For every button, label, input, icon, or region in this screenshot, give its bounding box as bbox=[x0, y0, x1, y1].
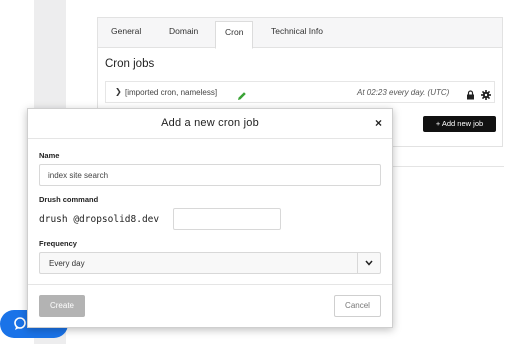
name-input[interactable]: index site search bbox=[39, 164, 381, 186]
panel-title: Cron jobs bbox=[105, 58, 155, 70]
modal-footer-divider bbox=[28, 284, 392, 285]
tab-technical-info[interactable]: Technical Info bbox=[271, 26, 323, 36]
tab-cron[interactable]: Cron bbox=[215, 21, 254, 49]
drush-command-label: Drush command bbox=[39, 195, 99, 204]
cron-job-name: [imported cron, nameless] bbox=[125, 88, 218, 97]
frequency-label: Frequency bbox=[39, 239, 77, 248]
gear-icon[interactable] bbox=[481, 87, 491, 105]
drush-command-prefix: drush @dropsolid8.dev bbox=[39, 214, 160, 225]
lock-icon[interactable] bbox=[466, 87, 475, 105]
cron-job-schedule: At 02:23 every day. (UTC) bbox=[357, 88, 450, 97]
chevron-right-icon[interactable]: ❯ bbox=[115, 87, 122, 96]
modal-header: Add a new cron job × bbox=[28, 109, 392, 139]
add-new-job-button[interactable]: + Add new job bbox=[423, 116, 496, 132]
name-label: Name bbox=[39, 151, 60, 160]
chevron-down-icon[interactable] bbox=[357, 253, 380, 273]
close-icon[interactable]: × bbox=[375, 116, 382, 130]
chat-bubble-icon bbox=[14, 317, 26, 330]
divider bbox=[392, 166, 504, 167]
create-button[interactable]: Create bbox=[39, 295, 85, 317]
add-cron-job-modal: Add a new cron job × Name index site sea… bbox=[27, 108, 393, 328]
cancel-button[interactable]: Cancel bbox=[334, 295, 381, 317]
pencil-icon[interactable] bbox=[237, 88, 247, 106]
tab-domain[interactable]: Domain bbox=[169, 26, 198, 36]
tab-bar: General Domain Cron Technical Info bbox=[98, 18, 502, 49]
frequency-selected-value: Every day bbox=[49, 259, 85, 268]
tab-general[interactable]: General bbox=[111, 26, 141, 36]
frequency-select[interactable]: Every day bbox=[39, 252, 381, 274]
cron-job-row[interactable]: ❯ [imported cron, nameless] At 02:23 eve… bbox=[105, 81, 495, 103]
drush-command-input[interactable] bbox=[173, 208, 281, 230]
modal-title: Add a new cron job bbox=[161, 117, 259, 129]
